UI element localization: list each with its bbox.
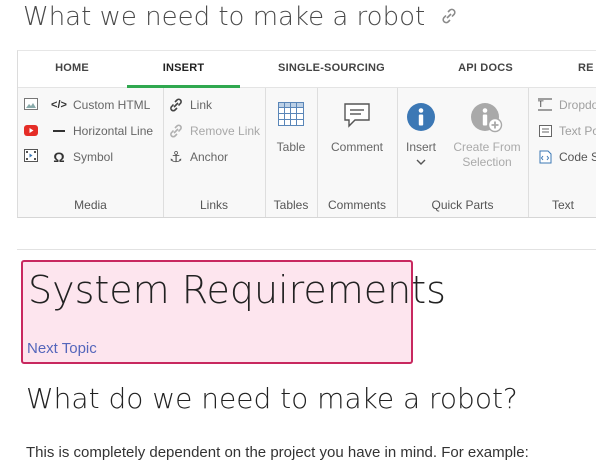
- horizontal-line-icon: [50, 129, 68, 133]
- table-icon: [265, 102, 317, 140]
- anchor-button[interactable]: ⚓ Anchor: [167, 148, 228, 166]
- dropdown-field-icon: T: [536, 98, 554, 112]
- comment-label: Comment: [330, 140, 383, 154]
- horizontal-line-button[interactable]: Horizontal Line: [50, 122, 153, 140]
- create-from-selection-button[interactable]: Create From Selection: [447, 102, 527, 170]
- insert-quick-part-button[interactable]: Insert: [399, 102, 443, 167]
- topic-header-box[interactable]: System Requirements Next Topic: [21, 260, 446, 364]
- text-popup-button[interactable]: Text Po: [536, 122, 596, 140]
- anchor-icon: ⚓: [169, 149, 183, 166]
- permalink-icon[interactable]: [439, 3, 459, 33]
- anchor-label: Anchor: [190, 150, 229, 164]
- insert-label: Insert: [405, 140, 436, 154]
- code-snippet-icon: [536, 150, 554, 164]
- symbol-button[interactable]: Ω Symbol: [50, 148, 113, 166]
- quick-parts-group: Insert Create From Selection Quick Parts: [397, 88, 529, 217]
- links-group: Link Remove Link ⚓ Anchor Links: [163, 88, 266, 217]
- tab-re[interactable]: RE: [578, 51, 596, 85]
- create-from-label: Create From: [453, 140, 521, 154]
- comments-group-label: Comments: [327, 198, 386, 212]
- table-button[interactable]: Table: [265, 102, 317, 155]
- comments-group: Comment Comments: [317, 88, 398, 217]
- body-paragraph: This is completely dependent on the proj…: [26, 444, 529, 461]
- media-group-label: Media: [74, 198, 107, 212]
- comment-button[interactable]: Comment: [317, 102, 397, 155]
- info-icon: [399, 102, 443, 140]
- insert-ribbon: HOME INSERT SINGLE-SOURCING API DOCS RE …: [17, 50, 596, 218]
- image-icon[interactable]: [24, 97, 38, 115]
- link-button[interactable]: Link: [167, 96, 212, 114]
- info-add-icon: [447, 102, 527, 140]
- text-group-label: Text: [551, 198, 574, 212]
- dropdown-button[interactable]: T Dropdo: [536, 96, 596, 114]
- horizontal-line-label: Horizontal Line: [73, 124, 154, 138]
- remove-link-label: Remove Link: [190, 124, 261, 138]
- tab-insert[interactable]: INSERT: [127, 51, 240, 88]
- table-label: Table: [276, 140, 306, 154]
- tab-single-sourcing[interactable]: SINGLE-SOURCING: [258, 51, 405, 85]
- text-popup-icon: [536, 125, 554, 137]
- ribbon-groups: </> Custom HTML Horizontal Line Ω Symbol…: [18, 88, 596, 217]
- ribbon-tabs: HOME INSERT SINGLE-SOURCING API DOCS RE: [18, 51, 596, 88]
- custom-html-label: Custom HTML: [73, 98, 151, 112]
- tab-home[interactable]: HOME: [36, 51, 108, 85]
- section-heading: What do we need to make a robot?: [26, 382, 518, 415]
- text-popup-label: Text Po: [559, 124, 596, 138]
- editor-divider: [17, 249, 596, 250]
- code-icon: </>: [51, 99, 67, 111]
- page-title: What we need to make a robot: [23, 2, 459, 33]
- custom-html-button[interactable]: </> Custom HTML: [50, 96, 150, 114]
- unlink-icon: [167, 124, 185, 138]
- next-topic-link[interactable]: Next Topic: [27, 340, 97, 357]
- comment-icon: [317, 102, 397, 140]
- link-icon: [167, 98, 185, 112]
- topic-title: System Requirements: [28, 268, 446, 312]
- youtube-icon[interactable]: [24, 123, 38, 141]
- tables-group-label: Tables: [273, 198, 309, 212]
- video-icon[interactable]: [24, 149, 38, 167]
- links-group-label: Links: [199, 198, 228, 212]
- tables-group: Table Tables: [265, 88, 318, 217]
- selection-label: Selection: [462, 155, 512, 169]
- tab-api-docs[interactable]: API DOCS: [438, 51, 533, 85]
- svg-text:T: T: [538, 100, 544, 110]
- remove-link-button[interactable]: Remove Link: [167, 122, 260, 140]
- quick-parts-group-label: Quick Parts: [431, 198, 494, 212]
- code-snippet-label: Code S: [559, 150, 596, 164]
- media-group: </> Custom HTML Horizontal Line Ω Symbol…: [18, 88, 164, 217]
- text-group: T Dropdo Text Po Code S Text: [528, 88, 596, 217]
- omega-icon: Ω: [53, 149, 65, 165]
- chevron-down-icon: [399, 155, 443, 167]
- page-title-text: What we need to make a robot: [23, 2, 426, 32]
- symbol-label: Symbol: [73, 150, 114, 164]
- dropdown-label: Dropdo: [559, 98, 596, 112]
- code-snippet-button[interactable]: Code S: [536, 148, 596, 166]
- link-label: Link: [190, 98, 213, 112]
